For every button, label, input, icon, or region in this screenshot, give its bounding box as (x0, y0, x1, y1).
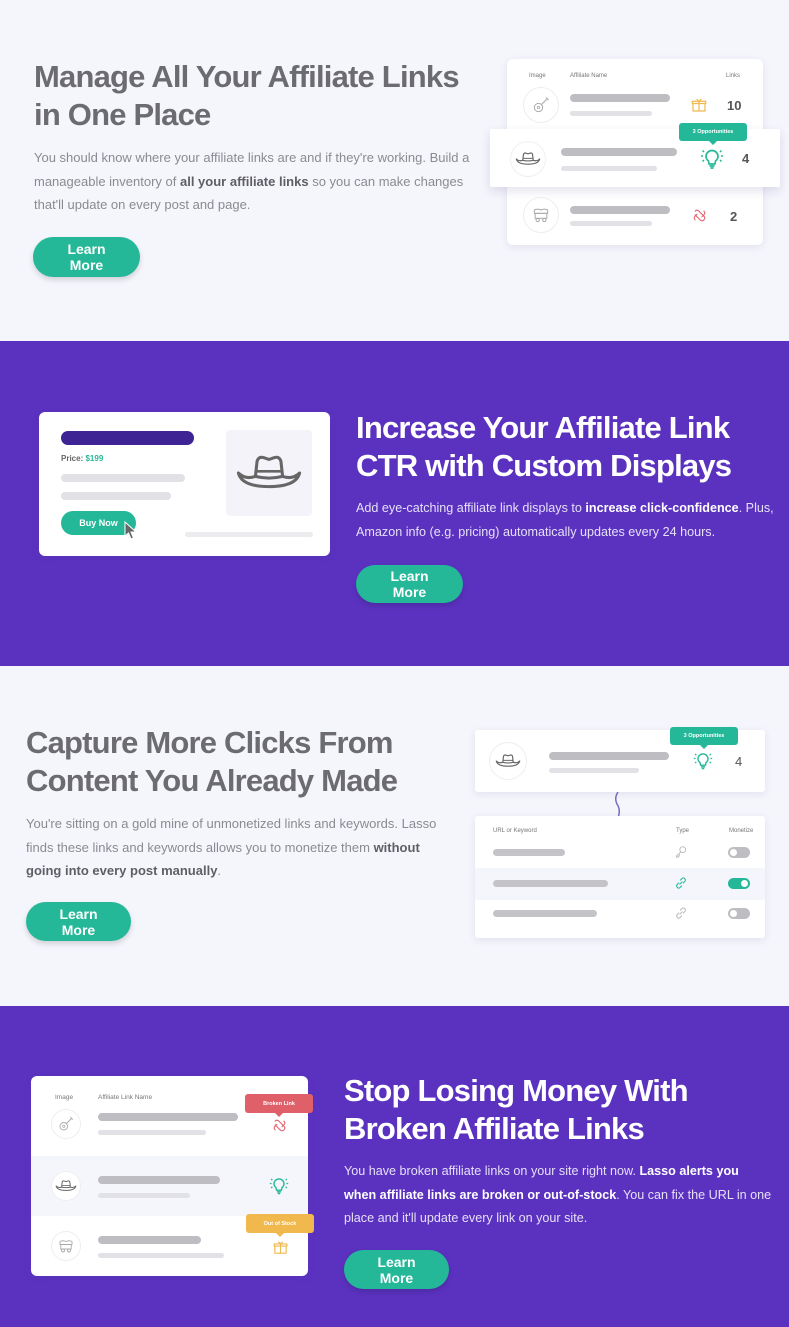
section-copy: Capture More Clicks From Content You Alr… (26, 724, 456, 883)
link-count: 10 (727, 98, 742, 113)
section-description: You have broken affiliate links on your … (344, 1160, 774, 1231)
lightbulb-icon (693, 751, 713, 771)
hat-icon (510, 141, 546, 177)
link-icon (673, 905, 689, 921)
placeholder-bar (493, 910, 597, 917)
price-line: Price: $199 (61, 454, 103, 463)
monetize-toggle[interactable] (728, 847, 750, 858)
placeholder-bar (98, 1130, 206, 1135)
placeholder-bar (98, 1113, 238, 1121)
learn-more-button[interactable]: Learn More (33, 237, 140, 277)
column-header-affiliate-link-name: Affiliate Link Name (98, 1094, 153, 1101)
heading-line-2: CTR with Custom Displays (356, 448, 732, 483)
column-header-monetize: Monetize (729, 828, 754, 834)
placeholder-bar (561, 148, 677, 156)
column-header-image: Image (55, 1094, 74, 1101)
heading-line-1: Stop Losing Money With (344, 1073, 689, 1108)
price-value: $199 (85, 454, 104, 463)
lightbulb-icon (269, 1176, 289, 1196)
link-count: 4 (742, 151, 750, 166)
connector-line (614, 792, 621, 818)
placeholder-bar (98, 1253, 224, 1258)
description-text: . (217, 863, 222, 878)
monetize-toggle[interactable] (728, 908, 750, 919)
placeholder-bar (570, 94, 670, 102)
opportunities-tooltip: 3 Opportunities (679, 123, 747, 145)
section-custom-displays: Price: $199 Buy Now Increase Your Affili… (0, 341, 789, 666)
placeholder-bar (570, 206, 670, 214)
heading-line-2: Broken Affiliate Links (344, 1111, 645, 1146)
display-box-mock: Price: $199 Buy Now (39, 412, 330, 556)
placeholder-bar (185, 532, 313, 537)
cursor-icon (124, 521, 138, 540)
placeholder-bar (493, 849, 565, 856)
section-capture-clicks: Capture More Clicks From Content You Alr… (0, 666, 789, 1006)
description-text: You have broken affiliate links on your … (344, 1164, 640, 1178)
column-header-links: Links (726, 73, 741, 79)
heading-line-2: in One Place (34, 97, 211, 132)
heading-line-1: Capture More Clicks From (26, 725, 393, 760)
title-bar (61, 431, 194, 445)
key-icon (673, 844, 689, 860)
price-label: Price: (61, 454, 84, 463)
column-header-image: Image (529, 73, 546, 79)
placeholder-bar (98, 1176, 220, 1184)
section-manage-links: Manage All Your Affiliate Links in One P… (0, 0, 789, 341)
hat-icon (235, 452, 303, 494)
section-copy: Stop Losing Money With Broken Affiliate … (344, 1072, 774, 1231)
section-heading: Increase Your Affiliate Link CTR with Cu… (356, 409, 776, 485)
broken-link-icon (689, 205, 709, 225)
guitar-icon (51, 1109, 81, 1139)
out-of-stock-tooltip: Out of Stock (246, 1214, 314, 1237)
heading-line-2: Content You Already Made (26, 763, 398, 798)
section-heading: Manage All Your Affiliate Links in One P… (34, 58, 474, 134)
column-header-affiliate-name: Affiliate Name (570, 73, 608, 79)
placeholder-bar (98, 1236, 201, 1244)
description-bold: all your affiliate links (179, 173, 309, 189)
learn-more-button[interactable]: Learn More (26, 902, 131, 941)
lightbulb-icon (700, 147, 724, 171)
opportunities-tooltip: 3 Opportunities (670, 727, 738, 749)
wagon-icon (523, 197, 559, 233)
placeholder-bar (493, 880, 608, 887)
placeholder-bar (61, 474, 185, 482)
column-header-type: Type (676, 828, 690, 834)
placeholder-bar (549, 768, 639, 773)
placeholder-bar (570, 221, 652, 226)
description-text: Add eye-catching affiliate link displays… (356, 501, 586, 515)
box-icon (689, 95, 709, 115)
heading-line-1: Increase Your Affiliate Link (356, 410, 730, 445)
placeholder-bar (98, 1193, 190, 1198)
monetize-toggle[interactable] (728, 878, 750, 889)
box-icon (271, 1238, 289, 1256)
placeholder-bar (570, 111, 652, 116)
wagon-icon (51, 1231, 81, 1261)
heading-line-1: Manage All Your Affiliate Links (34, 59, 460, 94)
section-broken-links: Image Affiliate Link Name Broken Link Ou… (0, 1006, 789, 1327)
broken-link-icon (271, 1117, 287, 1133)
learn-more-button[interactable]: Learn More (344, 1250, 449, 1289)
section-description: Add eye-catching affiliate link displays… (356, 497, 776, 544)
section-heading: Capture More Clicks From Content You Alr… (26, 724, 456, 800)
placeholder-bar (549, 752, 669, 760)
section-copy: Increase Your Affiliate Link CTR with Cu… (356, 409, 776, 544)
link-icon (673, 875, 689, 891)
link-count: 2 (730, 209, 738, 224)
learn-more-button[interactable]: Learn More (356, 565, 463, 603)
section-description: You should know where your affiliate lin… (34, 146, 474, 217)
broken-link-tooltip: Broken Link (245, 1094, 313, 1117)
section-heading: Stop Losing Money With Broken Affiliate … (344, 1072, 774, 1148)
link-count: 4 (735, 754, 743, 769)
section-description: You're sitting on a gold mine of unmonet… (26, 812, 456, 883)
column-header-url-keyword: URL or Keyword (493, 828, 537, 834)
keyword-table-mock: URL or Keyword Type Monetize (475, 816, 765, 938)
placeholder-bar (61, 492, 171, 500)
description-bold: increase click-confidence (585, 501, 739, 515)
hat-icon (51, 1171, 81, 1201)
placeholder-bar (561, 166, 657, 171)
product-image (226, 430, 312, 516)
guitar-icon (523, 87, 559, 123)
section-copy: Manage All Your Affiliate Links in One P… (34, 58, 474, 217)
hat-icon (489, 742, 527, 780)
